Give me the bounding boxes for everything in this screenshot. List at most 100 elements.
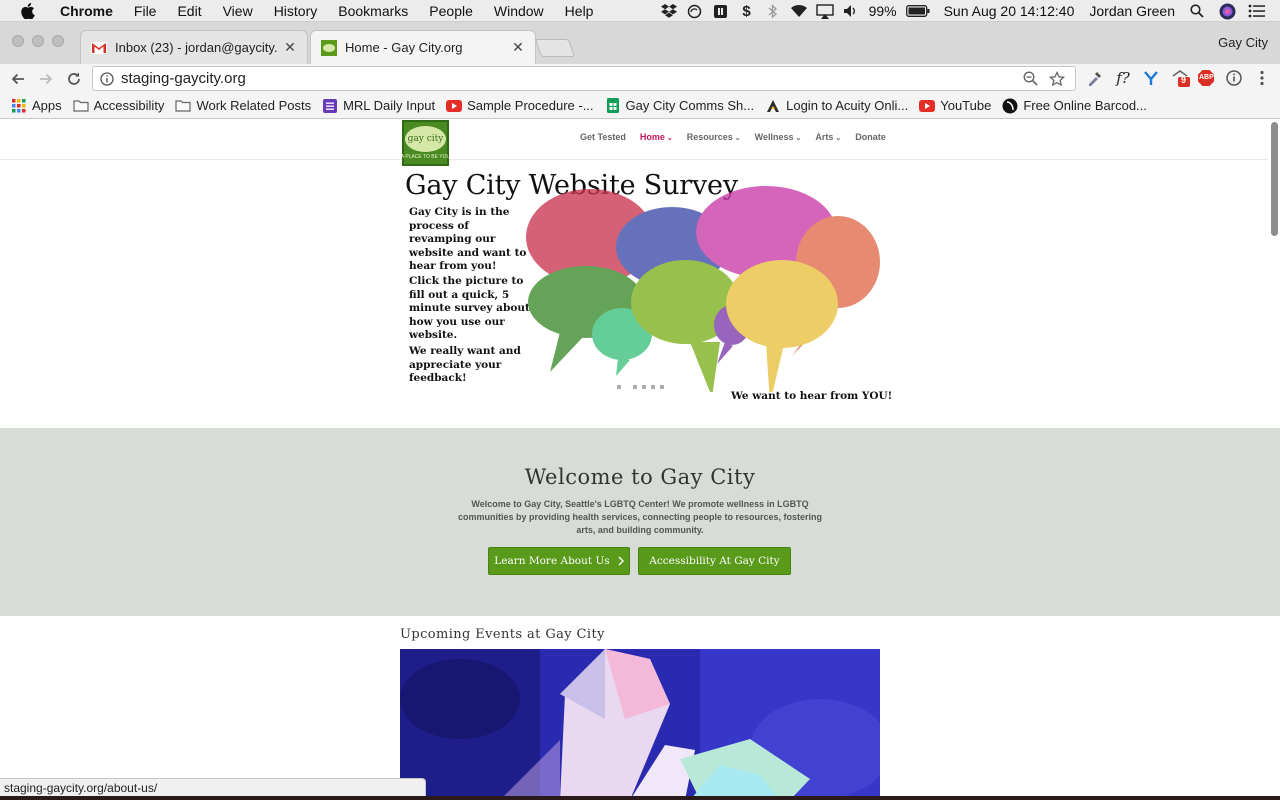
- nav-wellness[interactable]: Wellness ⌄: [755, 132, 802, 142]
- bookmark-acuity-login[interactable]: Login to Acuity Onli...: [765, 98, 908, 113]
- new-tab-button[interactable]: [534, 39, 576, 57]
- reload-icon[interactable]: [64, 69, 84, 89]
- bookmark-label: MRL Daily Input: [343, 98, 436, 113]
- tab-close-icon[interactable]: ✕: [283, 39, 297, 56]
- bookmark-label: Login to Acuity Onli...: [786, 98, 909, 113]
- speech-bubbles-survey-image[interactable]: [520, 182, 890, 392]
- nav-get-tested[interactable]: Get Tested: [580, 132, 626, 142]
- apple-menu-icon[interactable]: [18, 2, 38, 19]
- slider-dot[interactable]: [617, 385, 621, 389]
- tab-gmail-inbox[interactable]: Inbox (23) - jordan@gaycity.or ✕: [80, 30, 308, 64]
- bookmark-label: Free Online Barcod...: [1023, 98, 1147, 113]
- sync-icon[interactable]: [686, 3, 704, 19]
- slider-dot[interactable]: [642, 385, 646, 389]
- slider-pagination: [617, 385, 669, 389]
- menu-people[interactable]: People: [429, 3, 473, 19]
- menu-window[interactable]: Window: [494, 3, 544, 19]
- site-header: gay city A PLACE TO BE YOU Get Tested Ho…: [0, 120, 1268, 166]
- chevron-down-icon: ⌄: [835, 135, 842, 142]
- accessibility-at-gay-city-button[interactable]: Accessibility At Gay City: [638, 547, 791, 575]
- chevron-down-icon: ⌄: [666, 135, 673, 142]
- browser-toolbar: staging-gaycity.org f? 9 ABP: [0, 64, 1280, 93]
- logo-wordmark: gay city: [405, 126, 446, 152]
- menu-bookmarks[interactable]: Bookmarks: [338, 3, 408, 19]
- volume-icon[interactable]: [842, 3, 860, 19]
- eyedropper-extension-icon[interactable]: [1085, 68, 1105, 88]
- bookmark-sample-procedure[interactable]: Sample Procedure -...: [446, 98, 594, 113]
- bluetooth-icon[interactable]: [764, 3, 782, 19]
- page-scrollbar[interactable]: [1271, 122, 1278, 236]
- menu-file[interactable]: File: [134, 3, 157, 19]
- zoom-out-icon[interactable]: [1021, 70, 1039, 88]
- menu-view[interactable]: View: [223, 3, 253, 19]
- bookmark-star-icon[interactable]: [1048, 70, 1066, 88]
- bookmark-accessibility-folder[interactable]: Accessibility: [73, 98, 164, 113]
- siri-icon[interactable]: [1218, 3, 1236, 19]
- button-label: Learn More About Us: [494, 555, 610, 567]
- address-bar[interactable]: staging-gaycity.org: [92, 66, 1076, 91]
- hero-paragraph-feedback: We really want and appreciate your feedb…: [409, 345, 521, 385]
- nav-donate[interactable]: Donate: [855, 132, 886, 142]
- battery-percent: 99%: [868, 3, 897, 19]
- chevron-down-icon: ⌄: [734, 135, 741, 142]
- slider-dot[interactable]: [651, 385, 655, 389]
- bookmark-label: Gay City Comms Sh...: [625, 98, 755, 113]
- window-minimize-button[interactable]: [32, 35, 44, 47]
- window-zoom-button[interactable]: [52, 35, 64, 47]
- clock-datetime[interactable]: Sun Aug 20 14:12:40: [944, 3, 1075, 19]
- event-artwork-image[interactable]: [400, 649, 880, 800]
- site-navigation: Get Tested Home ⌄ Resources ⌄ Wellness ⌄ Ar…: [580, 132, 900, 142]
- tab-gay-city-home[interactable]: Home - Gay City.org ✕: [310, 30, 536, 64]
- forward-arrow-icon[interactable]: [36, 69, 56, 89]
- info-extension-icon[interactable]: [1224, 68, 1244, 88]
- profile-name[interactable]: Gay City: [1218, 35, 1268, 50]
- adblock-plus-icon[interactable]: ABP: [1196, 68, 1216, 88]
- gay-city-logo[interactable]: gay city A PLACE TO BE YOU: [401, 120, 450, 166]
- back-arrow-icon[interactable]: [8, 69, 28, 89]
- bookmark-gay-city-comms-sheet[interactable]: Gay City Comms Sh...: [605, 98, 755, 113]
- window-close-button[interactable]: [12, 35, 24, 47]
- battery-icon[interactable]: [905, 3, 930, 19]
- bookmark-work-related-posts-folder[interactable]: Work Related Posts: [175, 98, 311, 113]
- chrome-menu-icon[interactable]: [1252, 68, 1272, 88]
- menu-help[interactable]: Help: [565, 3, 594, 19]
- menu-edit[interactable]: Edit: [177, 3, 201, 19]
- function-extension-icon[interactable]: f?: [1113, 68, 1133, 88]
- macos-menu-bar: Chrome File Edit View History Bookmarks …: [0, 0, 1280, 22]
- user-name[interactable]: Jordan Green: [1089, 3, 1175, 19]
- chevron-right-icon: [618, 556, 624, 566]
- learn-more-about-us-button[interactable]: Learn More About Us: [488, 547, 630, 575]
- nav-resources[interactable]: Resources ⌄: [687, 132, 741, 142]
- gmail-icon: [91, 40, 107, 56]
- menu-app-name[interactable]: Chrome: [60, 3, 113, 19]
- tab-title: Inbox (23) - jordan@gaycity.or: [115, 40, 277, 55]
- slider-dot[interactable]: [660, 385, 664, 389]
- menu-history[interactable]: History: [274, 3, 318, 19]
- acuity-icon: [765, 99, 781, 113]
- bookmark-mrl-daily-input[interactable]: MRL Daily Input: [322, 98, 435, 113]
- url-text[interactable]: staging-gaycity.org: [121, 70, 1021, 87]
- bookmark-youtube[interactable]: YouTube: [919, 98, 991, 113]
- notifications-extension-icon[interactable]: 9: [1170, 68, 1190, 88]
- bookmark-label: Sample Procedure -...: [467, 98, 594, 113]
- site-info-icon[interactable]: [99, 71, 115, 87]
- flux-icon[interactable]: [712, 3, 730, 19]
- bookmarks-bar: Apps Accessibility Work Related Posts MR…: [0, 93, 1280, 119]
- spotlight-search-icon[interactable]: [1188, 3, 1206, 19]
- airplay-icon[interactable]: [815, 3, 834, 19]
- bookmark-free-online-barcode[interactable]: Free Online Barcod...: [1002, 98, 1147, 113]
- browser-tab-strip: Inbox (23) - jordan@gaycity.or ✕ Home - …: [0, 22, 1280, 64]
- sheets-icon: [605, 98, 621, 113]
- nav-home[interactable]: Home ⌄: [640, 132, 673, 142]
- bookmark-apps[interactable]: Apps: [11, 98, 62, 113]
- dropbox-icon[interactable]: [660, 3, 678, 19]
- notification-center-icon[interactable]: [1248, 3, 1266, 19]
- upcoming-events-heading: Upcoming Events at Gay City: [400, 627, 605, 642]
- y-extension-icon[interactable]: [1141, 68, 1161, 88]
- slider-dot[interactable]: [633, 385, 637, 389]
- tab-close-icon[interactable]: ✕: [511, 39, 525, 56]
- bookmark-label: Apps: [32, 98, 62, 113]
- nav-arts[interactable]: Arts ⌄: [815, 132, 841, 142]
- wifi-icon[interactable]: [790, 3, 808, 19]
- dollar-icon[interactable]: $: [738, 3, 756, 20]
